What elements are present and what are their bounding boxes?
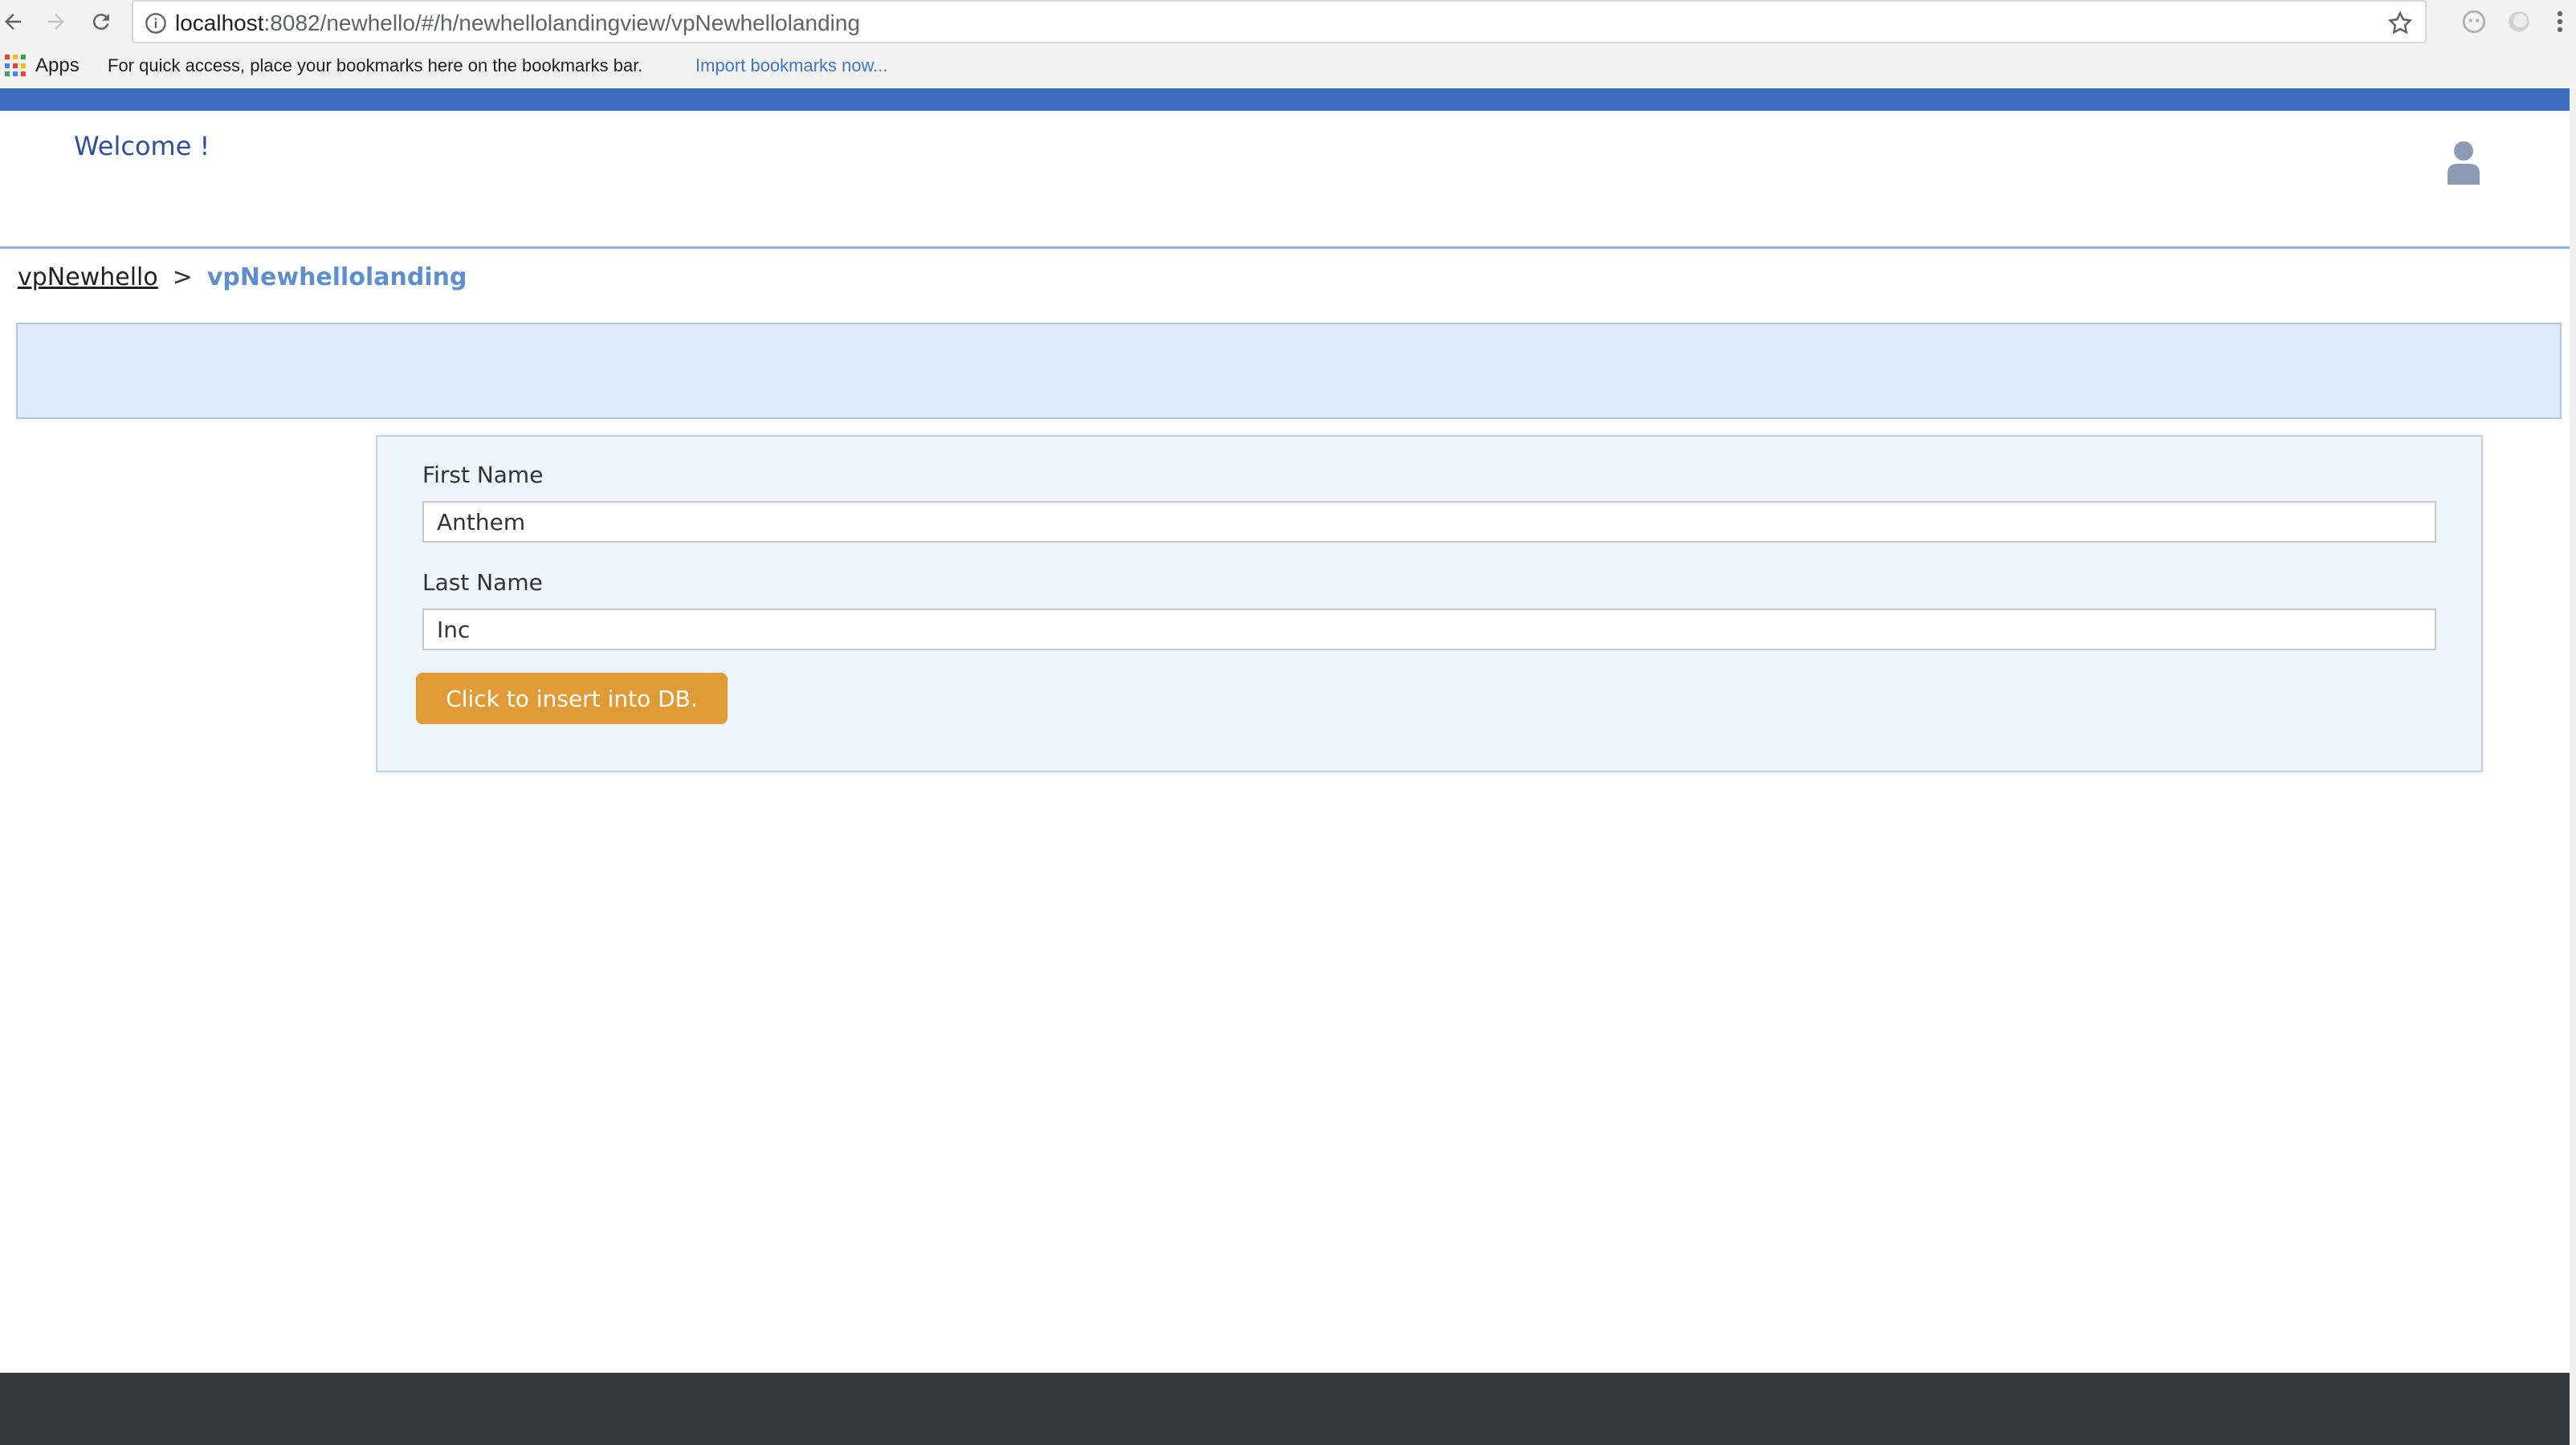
last-name-label: Last Name xyxy=(422,569,543,596)
scrollbar-track[interactable] xyxy=(2570,88,2576,1445)
star-icon[interactable] xyxy=(2386,10,2414,37)
page-footer xyxy=(0,1373,2570,1445)
extension-icon[interactable] xyxy=(2460,8,2488,35)
reload-icon[interactable] xyxy=(84,4,119,39)
app-header: Welcome ! xyxy=(0,111,2570,249)
insert-into-db-button[interactable]: Click to insert into DB. xyxy=(416,673,728,724)
page-content: Welcome ! vpNewhello > vpNewhellolanding F… xyxy=(0,88,2570,1445)
bookmarks-bar: Apps For quick access, place your bookma… xyxy=(0,43,2576,88)
breadcrumb: vpNewhello > vpNewhellolanding xyxy=(18,260,467,295)
url-text: localhost:8082/newhello/#/h/newhelloland… xyxy=(175,8,860,39)
apps-grid-icon[interactable] xyxy=(5,55,27,77)
breadcrumb-separator: > xyxy=(172,263,193,291)
first-name-label: First Name xyxy=(422,462,544,488)
import-bookmarks-link[interactable]: Import bookmarks now... xyxy=(695,51,888,80)
bookmarks-hint: For quick access, place your bookmarks h… xyxy=(108,55,643,75)
url-host: localhost xyxy=(175,10,264,35)
menu-dots-icon[interactable] xyxy=(2550,8,2570,35)
extension-icon[interactable] xyxy=(2505,8,2533,35)
apps-label[interactable]: Apps xyxy=(35,51,79,80)
user-icon[interactable] xyxy=(2446,140,2481,185)
breadcrumb-parent-link[interactable]: vpNewhello xyxy=(18,263,158,291)
url-path: :8082/newhello/#/h/newhellolandingview/v… xyxy=(263,10,861,35)
top-accent-stripe xyxy=(0,88,2570,111)
first-name-input[interactable] xyxy=(422,501,2436,543)
info-icon[interactable] xyxy=(145,12,167,35)
back-arrow-icon[interactable] xyxy=(0,4,31,39)
forward-arrow-icon[interactable] xyxy=(39,4,74,39)
breadcrumb-current: vpNewhellolanding xyxy=(206,263,467,291)
browser-toolbar: localhost:8082/newhello/#/h/newhelloland… xyxy=(0,0,2576,43)
name-form: First Name Last Name Click to insert int… xyxy=(376,435,2483,772)
address-bar[interactable]: localhost:8082/newhello/#/h/newhelloland… xyxy=(132,0,2427,43)
last-name-input[interactable] xyxy=(422,609,2436,650)
welcome-text: Welcome ! xyxy=(74,131,210,161)
info-banner xyxy=(16,323,2562,419)
